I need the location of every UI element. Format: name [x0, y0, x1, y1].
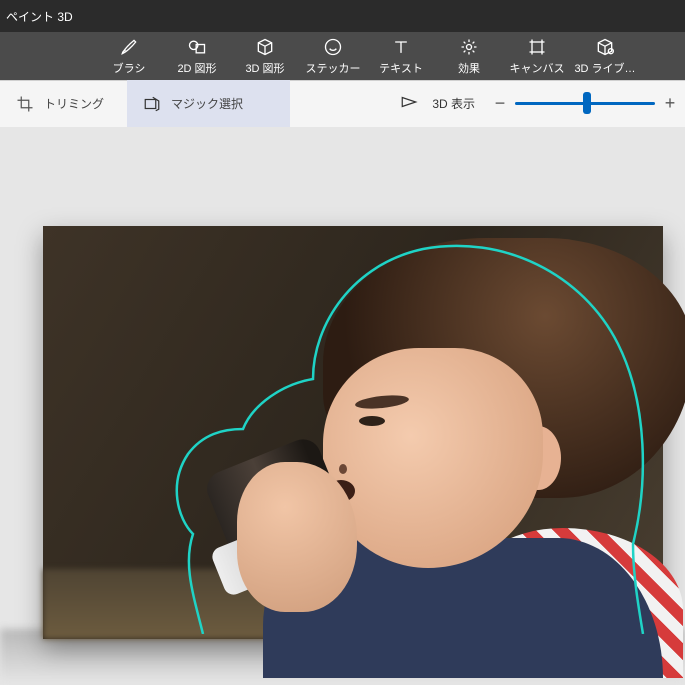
magic-select-icon: [143, 95, 161, 113]
crop-label: トリミング: [44, 95, 104, 112]
sticker-tool-button[interactable]: ステッカー: [299, 32, 367, 80]
text-tool-button[interactable]: テキスト: [367, 32, 435, 80]
minus-icon: −: [495, 93, 506, 114]
sub-toolbar: トリミング マジック選択 3D 表示 − +: [0, 80, 685, 127]
crop-button[interactable]: トリミング: [0, 80, 127, 127]
view3d-label: 3D 表示: [432, 95, 475, 112]
effects-tool-button[interactable]: 効果: [435, 32, 503, 80]
sticker-icon: [323, 37, 343, 57]
view3d-toggle[interactable]: 3D 表示: [390, 80, 485, 127]
effects-tool-label: 効果: [458, 60, 480, 76]
app-title: ペイント 3D: [6, 8, 73, 25]
shape2d-tool-label: 2D 図形: [177, 60, 216, 76]
brush-tool-button[interactable]: ブラシ: [95, 32, 163, 80]
library-tool-label: 3D ライブ…: [574, 60, 635, 76]
magic-select-label: マジック選択: [171, 95, 243, 112]
canvas-icon: [527, 37, 547, 57]
shape2d-icon: [187, 37, 207, 57]
text-tool-label: テキスト: [379, 60, 423, 76]
sticker-tool-label: ステッカー: [306, 60, 361, 76]
shape3d-tool-button[interactable]: 3D 図形: [231, 32, 299, 80]
photo-on-canvas[interactable]: [43, 226, 663, 639]
canvas-tool-button[interactable]: キャンバス: [503, 32, 571, 80]
magic-select-outline: [163, 234, 653, 634]
main-toolbar: ブラシ 2D 図形 3D 図形 ステッカー テキスト 効果 キャ: [0, 32, 685, 80]
magic-select-button[interactable]: マジック選択: [127, 80, 290, 127]
title-bar: ペイント 3D: [0, 0, 685, 32]
effects-icon: [459, 37, 479, 57]
shape3d-tool-label: 3D 図形: [245, 60, 284, 76]
zoom-slider[interactable]: [515, 80, 655, 127]
shape2d-tool-button[interactable]: 2D 図形: [163, 32, 231, 80]
brush-tool-label: ブラシ: [113, 60, 146, 76]
zoom-out-button[interactable]: −: [485, 80, 515, 127]
plus-icon: +: [665, 93, 676, 114]
canvas-area[interactable]: [0, 127, 685, 685]
text-icon: [391, 37, 411, 57]
crop-icon: [16, 95, 34, 113]
brush-icon: [119, 37, 139, 57]
zoom-in-button[interactable]: +: [655, 80, 685, 127]
library-tool-button[interactable]: 3D ライブ…: [571, 32, 639, 80]
shape3d-icon: [255, 37, 275, 57]
zoom-slider-thumb[interactable]: [583, 92, 591, 114]
view3d-icon: [400, 93, 418, 114]
canvas-tool-label: キャンバス: [510, 60, 565, 76]
library-icon: [595, 37, 615, 57]
